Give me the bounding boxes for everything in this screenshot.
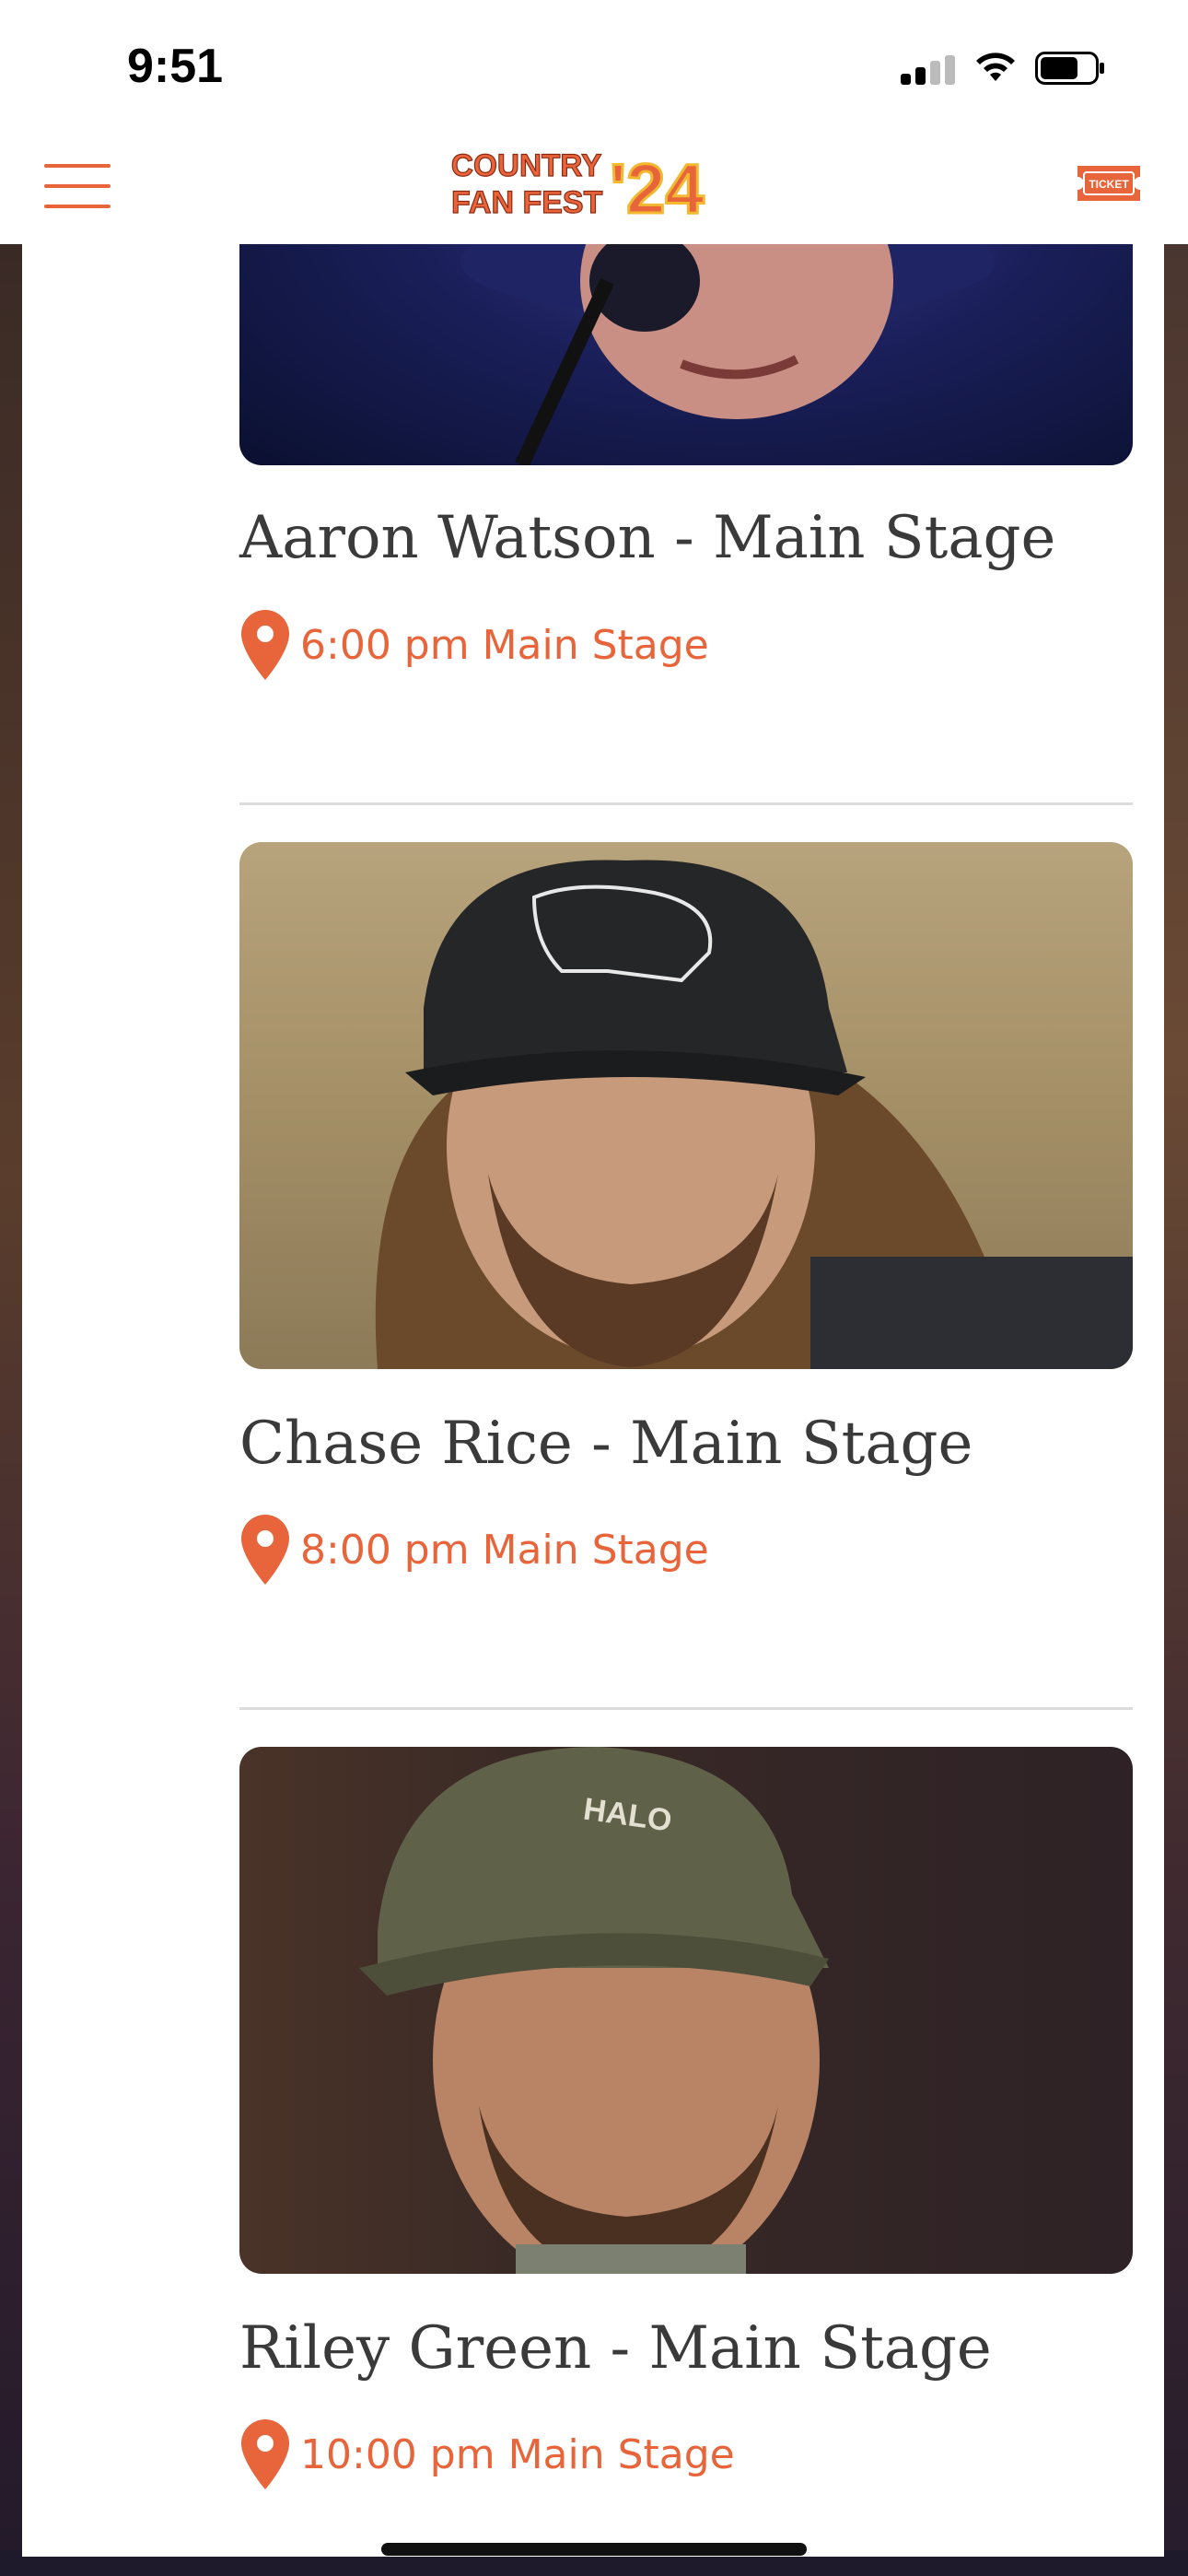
battery-icon xyxy=(1035,52,1104,85)
background-photo-right xyxy=(1164,244,1188,2576)
svg-text:TICKET: TICKET xyxy=(1089,178,1129,191)
event-time-location: 10:00 pm Main Stage xyxy=(239,2418,735,2491)
divider xyxy=(239,802,1133,805)
artist-photo[interactable] xyxy=(239,244,1133,465)
wifi-icon xyxy=(976,53,1015,81)
status-bar: 9:51 xyxy=(0,0,1188,138)
svg-text:FAN FEST: FAN FEST xyxy=(451,185,603,220)
cellular-signal-icon xyxy=(901,55,956,85)
svg-text:'24: '24 xyxy=(610,150,705,222)
event-title[interactable]: Aaron Watson - Main Stage xyxy=(239,504,1055,572)
event-time-location: 8:00 pm Main Stage xyxy=(239,1513,709,1587)
event-title[interactable]: Riley Green - Main Stage xyxy=(239,2314,992,2383)
event-time-location: 6:00 pm Main Stage xyxy=(239,608,709,682)
artist-photo[interactable]: HALO xyxy=(239,1747,1133,2274)
status-time: 9:51 xyxy=(127,40,224,93)
divider xyxy=(239,1707,1133,1710)
background-photo-left xyxy=(0,244,22,2576)
svg-text:COUNTRY: COUNTRY xyxy=(451,149,601,183)
country-fan-fest-logo[interactable]: COUNTRY FAN FEST '24 xyxy=(448,143,724,222)
event-time-text: 10:00 pm Main Stage xyxy=(300,2430,735,2478)
map-pin-icon xyxy=(241,610,289,680)
event-title[interactable]: Chase Rice - Main Stage xyxy=(239,1410,973,1478)
event-time-text: 6:00 pm Main Stage xyxy=(300,621,709,669)
map-pin-icon xyxy=(241,2419,289,2489)
lineup-list: Aaron Watson - Main Stage 6:00 pm Main S… xyxy=(22,244,1164,2557)
artist-photo[interactable] xyxy=(239,842,1133,1369)
home-indicator[interactable] xyxy=(381,2543,807,2556)
event-time-text: 8:00 pm Main Stage xyxy=(300,1526,709,1574)
map-pin-icon xyxy=(241,1515,289,1585)
hamburger-menu-icon[interactable] xyxy=(44,164,111,208)
ticket-icon[interactable]: TICKET xyxy=(1076,164,1142,203)
